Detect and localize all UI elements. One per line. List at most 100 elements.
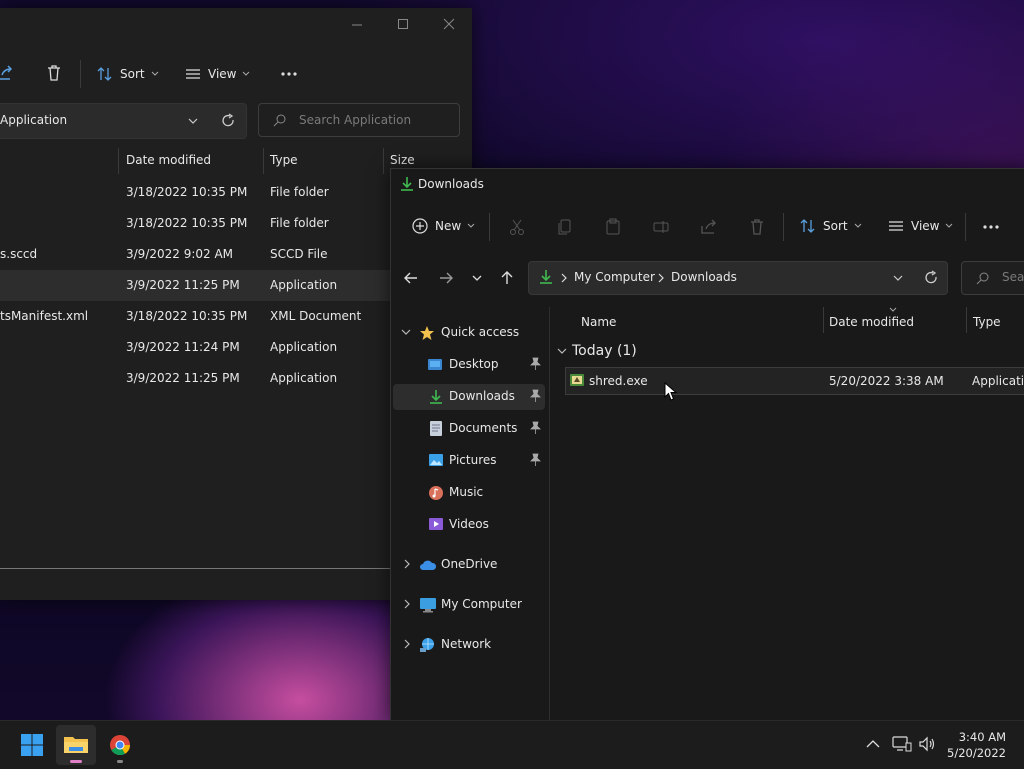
copy-icon[interactable] xyxy=(556,218,574,236)
chevron-down-icon[interactable] xyxy=(401,329,411,337)
pin-icon[interactable] xyxy=(529,357,541,371)
nav-my-computer[interactable]: My Computer xyxy=(393,592,545,618)
close-icon[interactable] xyxy=(442,16,462,30)
document-icon xyxy=(430,421,442,436)
sort-icon xyxy=(800,219,815,233)
network-status-icon[interactable] xyxy=(892,735,912,753)
chevron-right-icon[interactable] xyxy=(560,273,568,283)
sort-button[interactable]: Sort xyxy=(799,217,862,235)
column-header-name[interactable]: Name xyxy=(581,315,616,329)
start-button[interactable] xyxy=(12,725,52,765)
nav-onedrive[interactable]: OneDrive xyxy=(393,552,545,578)
chevron-right-icon[interactable] xyxy=(403,599,411,609)
sort-button[interactable]: Sort xyxy=(96,65,159,83)
title-bar[interactable] xyxy=(0,8,472,38)
command-bar: New Sort View xyxy=(391,207,1024,247)
command-bar: Sort View xyxy=(0,54,472,94)
clock-date: 5/20/2022 xyxy=(947,746,1006,760)
search-icon xyxy=(273,114,286,127)
address-bar[interactable]: My Computer Downloads xyxy=(528,261,948,295)
column-header-type[interactable]: Type xyxy=(270,153,298,167)
more-options-icon[interactable] xyxy=(280,66,298,85)
download-arrow-icon xyxy=(401,177,413,191)
maximize-icon[interactable] xyxy=(396,16,416,30)
mouse-cursor-icon xyxy=(664,382,678,401)
computer-icon xyxy=(420,598,436,613)
executable-icon xyxy=(570,374,584,386)
nav-item-downloads[interactable]: Downloads xyxy=(393,384,545,410)
navigation-bar: My Computer Downloads Searc xyxy=(391,261,1024,295)
chevron-down-icon[interactable] xyxy=(188,116,198,126)
up-arrow-icon[interactable] xyxy=(499,270,515,286)
volume-icon[interactable] xyxy=(918,735,938,753)
system-clock[interactable]: 3:40 AM 5/20/2022 xyxy=(947,729,1006,761)
chevron-down-icon xyxy=(854,223,861,228)
recent-locations-chevron-icon[interactable] xyxy=(472,273,482,283)
nav-item-music[interactable]: Music xyxy=(393,480,545,506)
search-input[interactable]: Search Application xyxy=(258,103,460,137)
chevron-right-icon[interactable] xyxy=(403,639,411,649)
chevron-down-icon[interactable] xyxy=(893,273,903,283)
share-icon[interactable] xyxy=(700,218,718,236)
column-header-size[interactable]: Size xyxy=(390,153,415,167)
taskbar-chrome[interactable] xyxy=(100,725,140,765)
pin-icon[interactable] xyxy=(529,421,541,435)
minimize-icon[interactable] xyxy=(350,16,370,30)
view-icon xyxy=(186,69,200,79)
column-header-date[interactable]: Date modified xyxy=(126,153,211,167)
chevron-right-icon[interactable] xyxy=(657,273,665,283)
chevron-down-icon xyxy=(946,223,953,228)
table-row[interactable]: shred.exe 5/20/2022 3:38 AM Applicatio xyxy=(565,367,1024,395)
search-input[interactable]: Searc xyxy=(961,261,1024,295)
chevron-right-icon[interactable] xyxy=(403,559,411,569)
window-title: Downloads xyxy=(418,177,484,191)
delete-icon[interactable] xyxy=(45,64,63,85)
cloud-icon xyxy=(420,560,437,570)
breadcrumb-downloads[interactable]: Downloads xyxy=(671,270,737,284)
refresh-icon[interactable] xyxy=(923,270,939,286)
view-button[interactable]: View xyxy=(887,217,953,235)
nav-item-desktop[interactable]: Desktop xyxy=(393,352,545,378)
breadcrumb-my-computer[interactable]: My Computer xyxy=(574,270,655,284)
cut-icon[interactable] xyxy=(508,218,526,236)
nav-item-pictures[interactable]: Pictures xyxy=(393,448,545,474)
nav-network[interactable]: Network xyxy=(393,632,545,658)
pin-icon[interactable] xyxy=(529,389,541,403)
nav-quick-access[interactable]: Quick access xyxy=(393,320,545,346)
music-icon xyxy=(429,486,443,500)
nav-item-documents[interactable]: Documents xyxy=(393,416,545,442)
forward-arrow-icon[interactable] xyxy=(438,270,454,286)
share-icon[interactable] xyxy=(0,64,14,85)
view-icon xyxy=(889,221,903,231)
column-header-date[interactable]: Date modified xyxy=(829,315,914,329)
pictures-icon xyxy=(429,454,443,466)
rename-icon[interactable] xyxy=(652,218,670,236)
column-header-type[interactable]: Type xyxy=(973,315,1001,329)
file-name: shred.exe xyxy=(589,374,648,388)
view-button[interactable]: View xyxy=(184,65,250,83)
sort-indicator-icon xyxy=(889,307,897,312)
download-arrow-icon xyxy=(430,390,442,404)
show-hidden-icons-chevron-icon[interactable] xyxy=(866,739,880,749)
back-arrow-icon[interactable] xyxy=(403,270,419,286)
taskbar-file-explorer[interactable] xyxy=(56,725,96,765)
clock-time: 3:40 AM xyxy=(958,730,1006,744)
file-explorer-window-downloads[interactable]: Downloads New Sort View My Computer Down… xyxy=(390,168,1024,721)
delete-icon[interactable] xyxy=(748,218,766,236)
address-bar[interactable]: Application xyxy=(0,103,247,139)
videos-icon xyxy=(429,518,443,530)
desktop-icon xyxy=(428,359,442,370)
refresh-icon[interactable] xyxy=(220,113,236,129)
scrollbar-track[interactable] xyxy=(0,568,390,569)
chevron-down-icon[interactable] xyxy=(557,348,567,356)
folder-icon xyxy=(64,737,88,753)
chevron-down-icon xyxy=(151,71,158,76)
nav-item-videos[interactable]: Videos xyxy=(393,512,545,538)
more-options-icon[interactable] xyxy=(982,219,1000,235)
title-bar[interactable]: Downloads xyxy=(391,169,1024,199)
file-date: 5/20/2022 3:38 AM xyxy=(829,374,944,388)
new-button[interactable]: New xyxy=(411,217,475,235)
paste-icon[interactable] xyxy=(604,218,622,236)
search-icon xyxy=(976,272,989,285)
pin-icon[interactable] xyxy=(529,453,541,467)
